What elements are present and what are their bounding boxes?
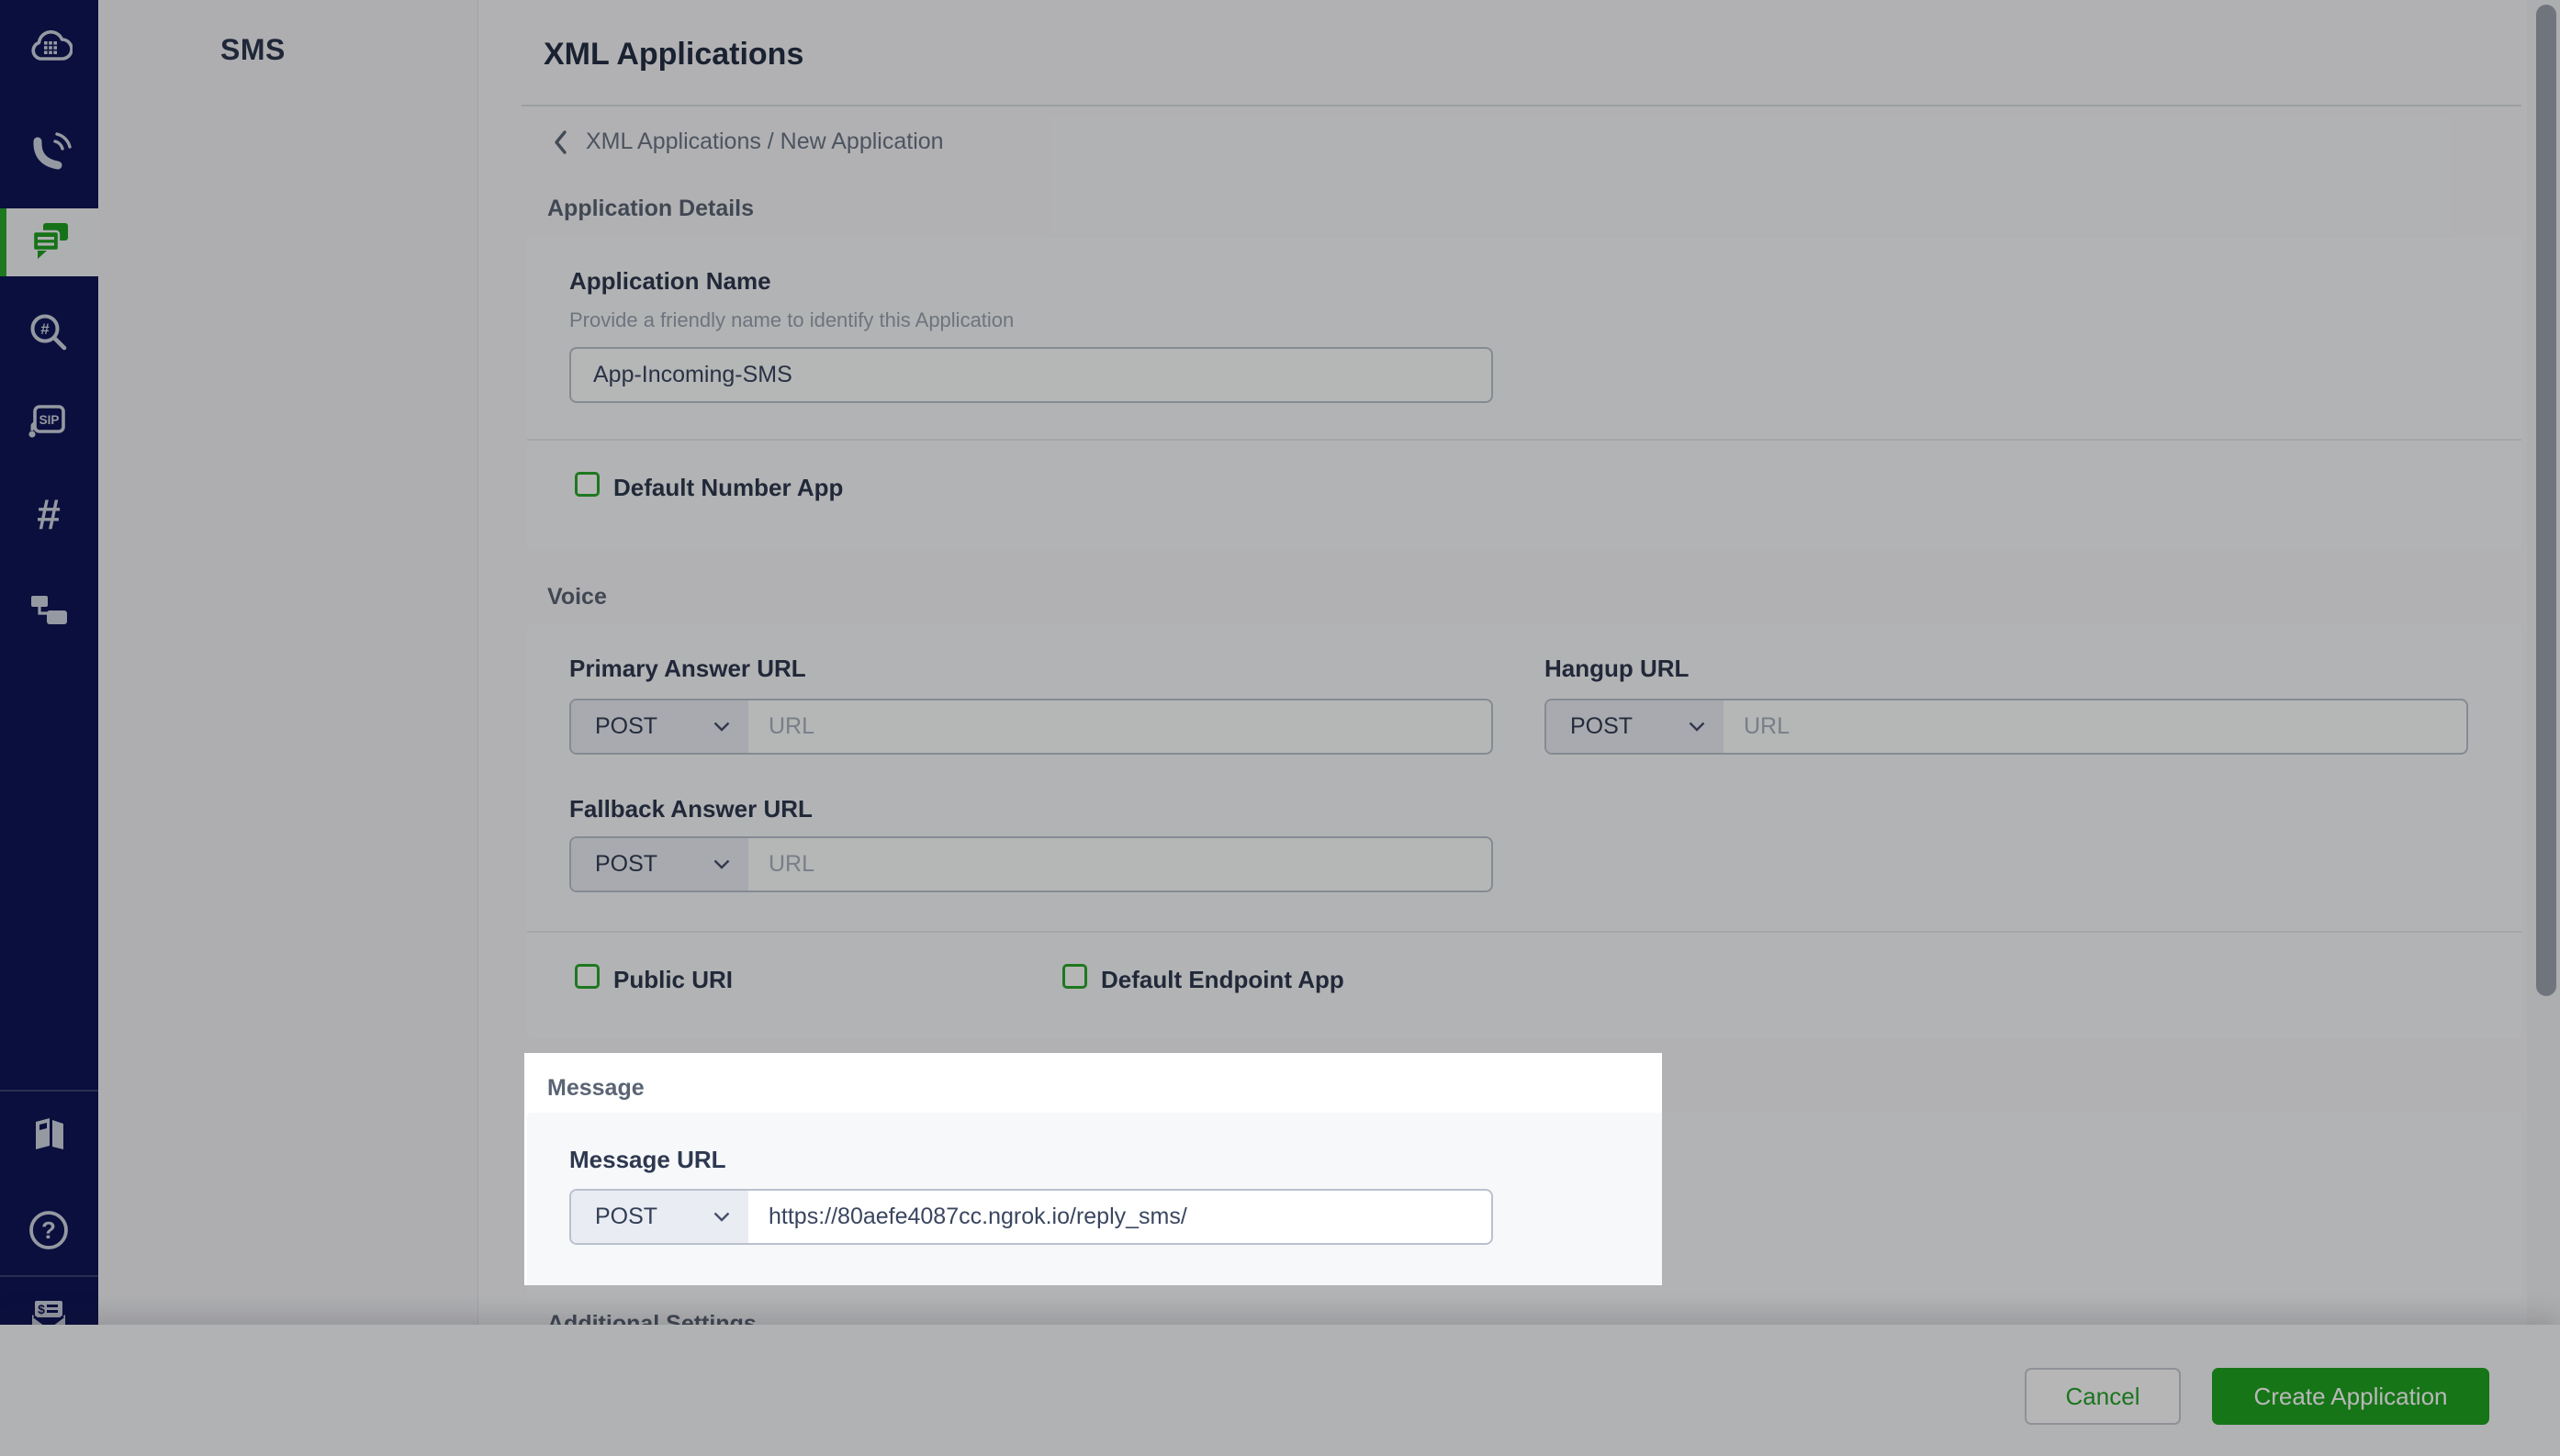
hangup-url-input[interactable]: [1724, 700, 2466, 753]
chevron-down-icon: [713, 1212, 730, 1222]
rail-divider: [0, 1275, 98, 1277]
chevron-down-icon: [1689, 722, 1705, 732]
header-divider: [522, 105, 2521, 106]
svg-text:#: #: [40, 320, 50, 338]
hangup-url-group: POST: [1544, 699, 2468, 755]
application-name-help: Provide a friendly name to identify this…: [569, 308, 1014, 332]
lookup-icon[interactable]: #: [25, 309, 73, 357]
message-url-input[interactable]: [748, 1191, 1491, 1243]
section-heading-message: Message: [547, 1075, 645, 1102]
chevron-left-icon: [553, 129, 567, 155]
method-value: POST: [1570, 713, 1633, 740]
voice-icon[interactable]: [25, 129, 73, 176]
message-method-select[interactable]: POST: [571, 1191, 748, 1243]
messaging-icon[interactable]: [28, 219, 72, 265]
hangup-url-label: Hangup URL: [1544, 655, 1689, 683]
message-url-label: Message URL: [569, 1146, 726, 1174]
plivo-logo[interactable]: [27, 24, 73, 70]
chevron-down-icon: [713, 859, 730, 869]
message-url-group: POST: [569, 1189, 1493, 1245]
svg-text:?: ?: [41, 1216, 56, 1244]
create-application-button[interactable]: Create Application: [2212, 1368, 2489, 1425]
method-value: POST: [595, 851, 657, 878]
primary-answer-url-group: POST: [569, 699, 1493, 755]
panel-divider: [527, 439, 2521, 441]
cancel-button[interactable]: Cancel: [2025, 1368, 2181, 1425]
breadcrumb-text: XML Applications / New Application: [586, 129, 944, 155]
plivo-console-page: # SIP #: [0, 0, 2560, 1456]
sip-trunking-icon[interactable]: SIP: [25, 397, 73, 444]
help-icon[interactable]: ?: [25, 1206, 73, 1254]
public-uri-label: Public URI: [613, 966, 733, 994]
breadcrumb[interactable]: XML Applications / New Application: [553, 129, 944, 155]
fallback-method-select[interactable]: POST: [571, 838, 748, 890]
method-value: POST: [595, 1204, 657, 1230]
voice-panel: [527, 624, 2521, 1037]
flow-icon[interactable]: [25, 588, 73, 635]
svg-text:$: $: [38, 1302, 45, 1316]
sms-sidebar: SMS: [98, 0, 478, 1456]
phone-numbers-icon[interactable]: #: [25, 492, 73, 540]
svg-text:SIP: SIP: [39, 413, 60, 427]
footer-action-bar: Cancel Create Application: [0, 1325, 2560, 1456]
scrollbar-track[interactable]: [2527, 0, 2560, 1325]
application-name-input[interactable]: [569, 347, 1493, 403]
section-heading-application-details: Application Details: [547, 196, 754, 222]
panel-divider: [527, 931, 2521, 933]
default-endpoint-app-label: Default Endpoint App: [1101, 966, 1344, 994]
method-value: POST: [595, 713, 657, 740]
hangup-method-select[interactable]: POST: [1546, 700, 1724, 753]
default-number-app-checkbox[interactable]: [575, 472, 600, 497]
active-product-indicator: [0, 208, 6, 276]
chevron-down-icon: [713, 722, 730, 732]
section-heading-voice: Voice: [547, 584, 607, 610]
product-icon-rail: # SIP #: [0, 0, 98, 1456]
application-name-label: Application Name: [569, 267, 771, 296]
default-endpoint-app-checkbox[interactable]: [1062, 964, 1087, 989]
docs-icon[interactable]: [25, 1111, 73, 1159]
primary-answer-url-input[interactable]: [748, 700, 1491, 753]
primary-method-select[interactable]: POST: [571, 700, 748, 753]
sidebar-title: SMS: [220, 33, 286, 67]
default-number-app-label: Default Number App: [613, 474, 843, 502]
primary-answer-url-label: Primary Answer URL: [569, 655, 806, 683]
svg-text:#: #: [37, 492, 61, 538]
public-uri-checkbox[interactable]: [575, 964, 600, 989]
page-title: XML Applications: [544, 37, 803, 73]
fallback-answer-url-input[interactable]: [748, 838, 1491, 890]
fallback-answer-url-label: Fallback Answer URL: [569, 795, 813, 823]
rail-divider: [0, 1090, 98, 1092]
scrollbar-thumb[interactable]: [2536, 5, 2556, 996]
fallback-answer-url-group: POST: [569, 836, 1493, 892]
